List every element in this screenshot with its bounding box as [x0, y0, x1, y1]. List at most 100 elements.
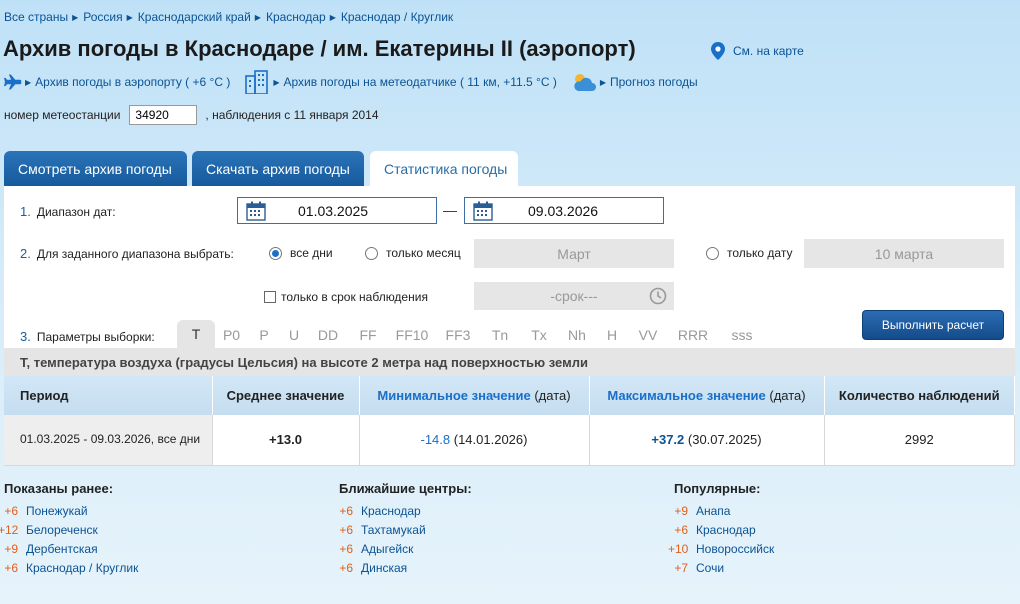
tab-statistics-label: Статистика погоды — [384, 160, 508, 177]
list-item[interactable]: +12 Белореченск — [0, 520, 138, 539]
month-select[interactable]: Март — [474, 239, 674, 268]
archive-links-row: ▶ Архив погоды в аэропорту ( +6 °C ) ▶ А… — [4, 70, 712, 94]
arrow-right-icon: ▶ — [599, 77, 606, 87]
map-link[interactable]: См. на карте — [711, 42, 804, 60]
station-row: номер метеостанции , наблюдения с 11 янв… — [4, 105, 379, 125]
param-Tx[interactable]: Tx — [520, 327, 558, 348]
option-all-days[interactable]: все дни — [269, 246, 333, 260]
param-DD[interactable]: DD — [308, 327, 348, 348]
option-only-date[interactable]: только дату — [706, 246, 792, 260]
weather-cloud-icon — [574, 74, 596, 91]
param-VV[interactable]: VV — [628, 327, 668, 348]
date-range-label: 1. Диапазон дат: — [20, 204, 116, 219]
list-item[interactable]: +9 Дербентская — [0, 539, 138, 558]
run-calculation-button[interactable]: Выполнить расчет — [862, 310, 1004, 340]
param-H[interactable]: H — [596, 327, 628, 348]
station-number-input[interactable] — [129, 105, 198, 125]
breadcrumb-city[interactable]: Краснодар — [266, 10, 326, 24]
param-P0[interactable]: P0 — [215, 327, 248, 348]
option-observation-term[interactable]: только в срок наблюдения — [264, 290, 428, 304]
list-item[interactable]: +6 Краснодар / Круглик — [0, 558, 138, 577]
date-from-value: 01.03.2025 — [298, 202, 369, 219]
forecast-label: Прогноз погоды — [610, 75, 698, 89]
checkbox-observation-term[interactable] — [264, 291, 276, 303]
breadcrumb-district[interactable]: Краснодар / Круглик — [341, 10, 453, 24]
tab-download-archive-label: Скачать архив погоды — [206, 160, 350, 177]
chevron-right-icon: ▶ — [329, 12, 336, 22]
param-sss[interactable]: sss — [718, 327, 766, 348]
building-icon — [245, 70, 269, 94]
plane-icon — [4, 74, 22, 90]
map-pin-icon — [711, 42, 725, 60]
min-sort-link[interactable]: Минимальное значение — [377, 388, 530, 403]
list-item[interactable]: +6 Тахтамукай — [333, 520, 472, 539]
clock-icon — [649, 287, 667, 305]
tab-statistics[interactable]: Статистика погоды — [370, 151, 518, 186]
cell-minimum: -14.8 (14.01.2026) — [359, 414, 590, 466]
param-T[interactable]: T — [177, 320, 215, 348]
chevron-right-icon: ▶ — [126, 12, 133, 22]
range-select-label: 2. Для заданного диапазона выбрать: — [20, 246, 234, 261]
date-select[interactable]: 10 марта — [804, 239, 1004, 268]
header-period: Период — [4, 376, 213, 415]
forecast-link[interactable]: ▶ Прогноз погоды — [571, 71, 698, 93]
date-separator: — — [443, 202, 457, 218]
term-select[interactable]: -срок--- — [474, 282, 674, 310]
arrow-right-icon: ▶ — [25, 77, 32, 87]
radio-only-date[interactable] — [706, 246, 719, 260]
breadcrumb-all-countries[interactable]: Все страны — [4, 10, 68, 24]
airport-archive-label: Архив погоды в аэропорту ( +6 °C ) — [35, 75, 231, 89]
param-Tn[interactable]: Tn — [480, 327, 520, 348]
list-item[interactable]: +7 Сочи — [668, 558, 774, 577]
sensor-archive-link[interactable]: ▶ Архив погоды на метеодатчике ( 11 км, … — [244, 70, 557, 94]
param-FF3[interactable]: FF3 — [436, 327, 480, 348]
list-item[interactable]: +6 Понежукай — [0, 501, 138, 520]
radio-only-month[interactable] — [365, 246, 378, 260]
list-item[interactable]: +6 Краснодар — [668, 520, 774, 539]
tab-view-archive[interactable]: Смотреть архив погоды — [4, 151, 187, 186]
param-P[interactable]: P — [248, 327, 280, 348]
tab-view-archive-label: Смотреть архив погоды — [18, 160, 172, 177]
date-to-field[interactable]: 09.03.2026 — [464, 197, 664, 224]
date-from-field[interactable]: 01.03.2025 — [237, 197, 437, 224]
station-since: , наблюдения с 11 января 2014 — [205, 108, 379, 122]
max-sort-link[interactable]: Максимальное значение — [607, 388, 765, 403]
breadcrumb-region[interactable]: Краснодарский край — [138, 10, 251, 24]
param-RRR[interactable]: RRR — [668, 327, 718, 348]
param-FF10[interactable]: FF10 — [388, 327, 436, 348]
header-count: Количество наблюдений — [824, 376, 1015, 415]
list-item[interactable]: +6 Динская — [333, 558, 472, 577]
airport-archive-link[interactable]: ▶ Архив погоды в аэропорту ( +6 °C ) — [4, 74, 230, 90]
param-Nh[interactable]: Nh — [558, 327, 596, 348]
list-item[interactable]: +9 Анапа — [668, 501, 774, 520]
recent-list-title: Показаны ранее: — [4, 481, 114, 496]
list-item[interactable]: +6 Адыгейск — [333, 539, 472, 558]
param-U[interactable]: U — [280, 327, 308, 348]
tab-download-archive[interactable]: Скачать архив погоды — [192, 151, 364, 186]
cell-period: 01.03.2025 - 09.03.2026, все дни — [4, 414, 213, 466]
chevron-right-icon: ▶ — [254, 12, 261, 22]
header-maximum: Максимальное значение (дата) — [589, 376, 825, 415]
recent-list: Показаны ранее: +6 Понежукай +12 Белоречен… — [0, 481, 138, 577]
radio-all-days[interactable] — [269, 246, 282, 260]
date-to-value: 09.03.2026 — [528, 202, 599, 219]
header-minimum: Минимальное значение (дата) — [359, 376, 590, 415]
cell-count: 2992 — [824, 414, 1015, 466]
page-title: Архив погоды в Краснодаре / им. Екатерин… — [3, 36, 636, 61]
cell-average: +13.0 — [212, 414, 360, 466]
calendar-icon — [473, 201, 493, 221]
statistics-table: Период Среднее значение Минимальное знач… — [4, 376, 1015, 466]
param-FF[interactable]: FF — [348, 327, 388, 348]
header-average: Среднее значение — [212, 376, 360, 415]
breadcrumb: Все страны ▶ Россия ▶ Краснодарский край ▶ … — [4, 10, 453, 24]
params-label: 3. Параметры выборки: — [20, 329, 155, 344]
cell-maximum: +37.2 (30.07.2025) — [589, 414, 825, 466]
option-only-month[interactable]: только месяц — [365, 246, 461, 260]
params-tabs: T P0 P U DD FF FF10 FF3 Tn Tx Nh H VV RR… — [177, 320, 766, 348]
nearby-list: Ближайшие центры: +6 Краснодар +6 Тахтамук… — [339, 481, 472, 577]
map-link-label: См. на карте — [733, 44, 804, 58]
list-item[interactable]: +6 Краснодар — [333, 501, 472, 520]
breadcrumb-russia[interactable]: Россия — [83, 10, 122, 24]
arrow-right-icon: ▶ — [273, 77, 280, 87]
list-item[interactable]: +10 Новороссийск — [668, 539, 774, 558]
